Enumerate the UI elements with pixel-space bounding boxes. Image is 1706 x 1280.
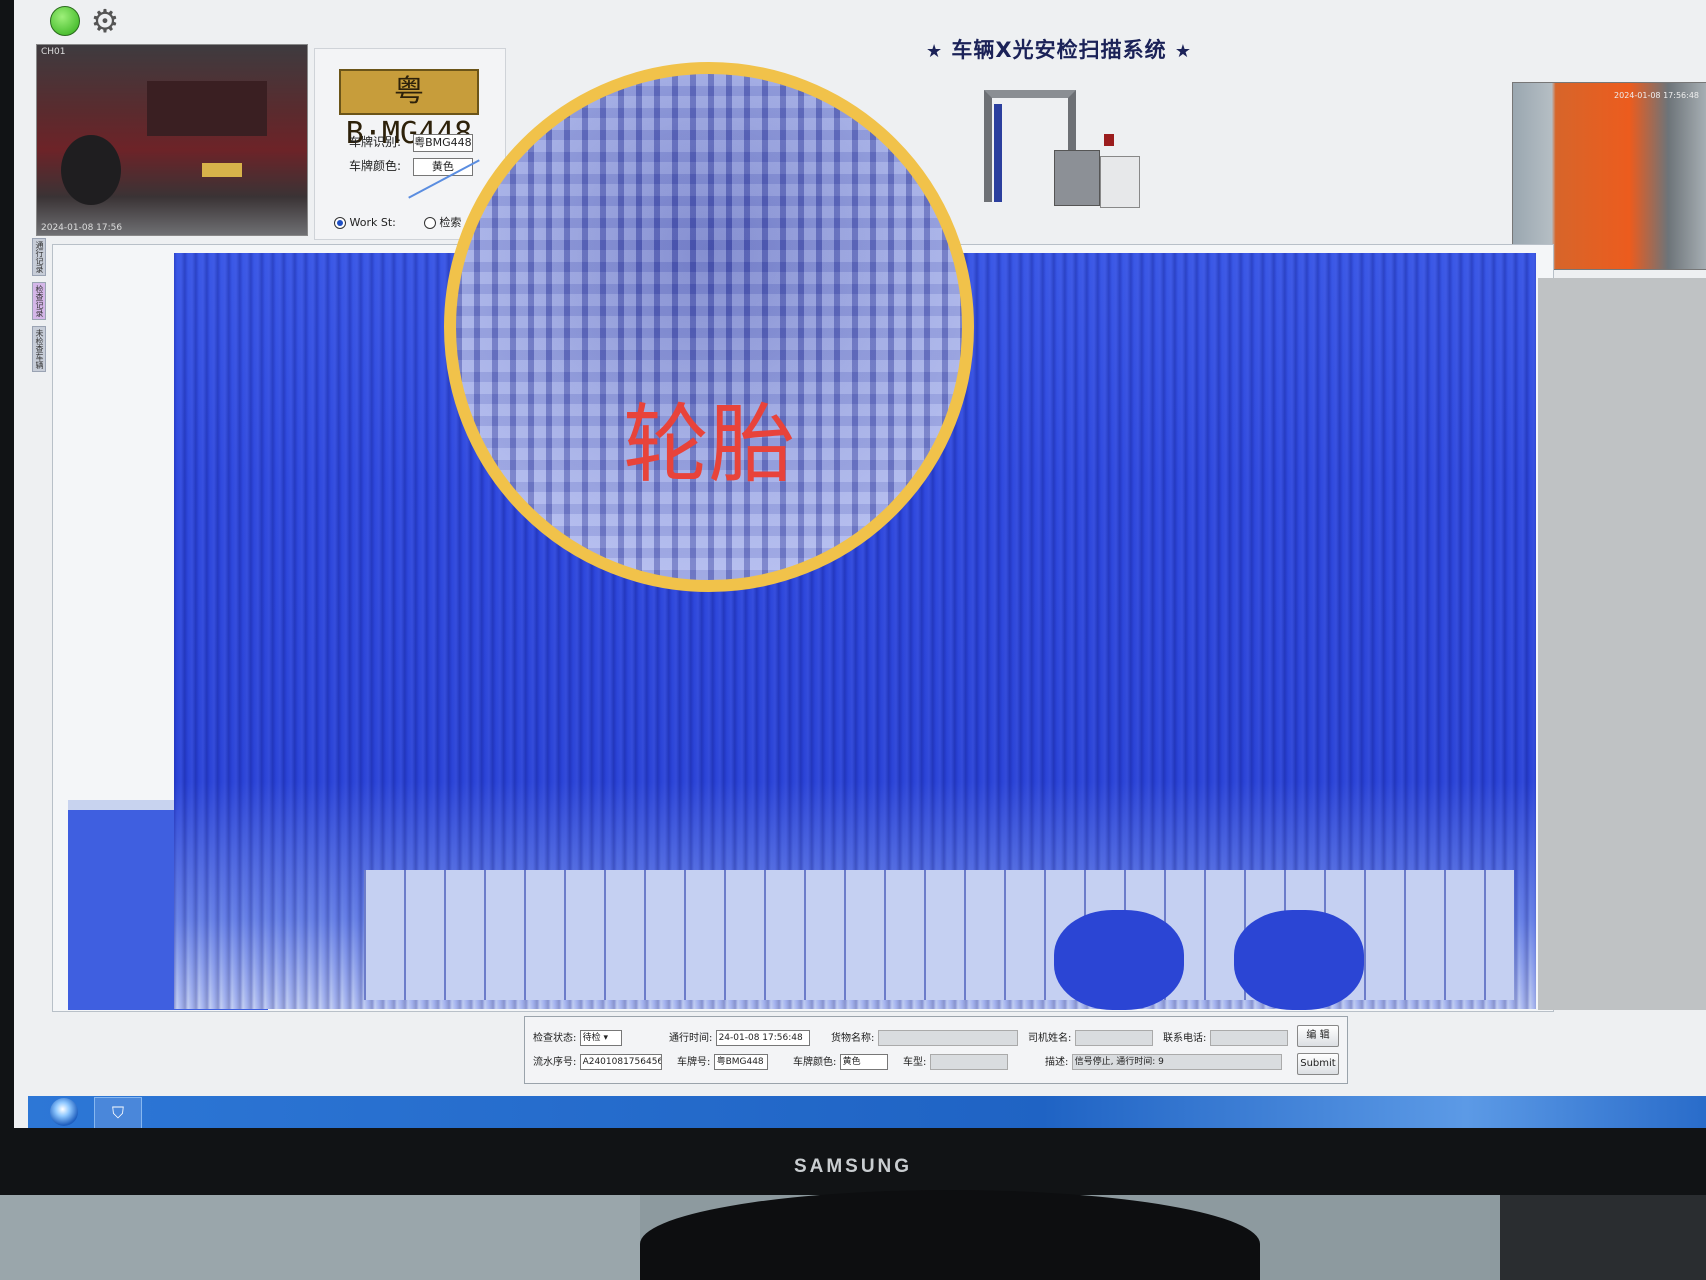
monitor-brand: SAMSUNG xyxy=(793,1156,913,1177)
serial-label: 流水序号: xyxy=(533,1057,577,1068)
truck-grille xyxy=(147,81,267,136)
edit-button[interactable]: 编 辑 xyxy=(1297,1025,1339,1047)
gear-icon[interactable]: ⚙ xyxy=(88,4,122,38)
plate-color-input[interactable]: 黄色 xyxy=(839,1054,888,1070)
power-cabinet xyxy=(1100,156,1140,208)
xray-wheel xyxy=(1234,910,1364,1010)
inspection-form: 检查状态: 待检 通行时间: 24-01-08 17:56:48 货物名称: 司… xyxy=(524,1016,1348,1084)
serial-input[interactable]: A2401081756456 xyxy=(579,1054,662,1070)
app-title-text: 车辆X光安检扫描系统 xyxy=(951,38,1167,62)
rear-camera-view[interactable]: 2024-01-08 17:56:48 xyxy=(1512,82,1706,270)
serial-field: 流水序号: A2401081756456 xyxy=(533,1053,662,1070)
plate-recognized-row: 车牌识别: 粤BMG448 xyxy=(349,133,473,152)
magnifier-callout: 轮胎 xyxy=(444,62,974,592)
front-camera-view[interactable]: CH01 2024-01-08 17:56 xyxy=(36,44,308,236)
desc-label: 描述: xyxy=(1045,1057,1069,1068)
title-star-left-icon: ★ xyxy=(925,41,944,62)
plate-recognized-value: 粤BMG448 xyxy=(412,134,473,152)
radio-search[interactable] xyxy=(423,217,436,229)
time-label: 通行时间: xyxy=(669,1033,713,1044)
scan-side-area xyxy=(1538,278,1706,1010)
scanner-illustration xyxy=(984,90,1144,210)
phone-input[interactable] xyxy=(1209,1030,1288,1046)
screen: ⚙ ★ 车辆X光安检扫描系统 ★ CH01 2024-01-08 17:56 粤… xyxy=(14,0,1706,1128)
side-tabs: 通行记录 检查记录 未检查车辆 xyxy=(32,238,46,438)
rear-camera-timestamp: 2024-01-08 17:56:48 xyxy=(1614,91,1699,100)
plate-recognized-label: 车牌识别: xyxy=(349,135,402,149)
goods-field: 货物名称: xyxy=(831,1029,1018,1046)
radio-work-station-label: Work St: xyxy=(349,216,396,229)
truck-wheel xyxy=(61,135,121,205)
desc-input[interactable]: 信号停止, 通行时间: 9 xyxy=(1071,1054,1282,1070)
plate-field: 车牌号: 粤BMG448 xyxy=(677,1053,768,1070)
radio-search-label: 检索 xyxy=(439,216,462,229)
taskbar-app-button[interactable]: ⛉ xyxy=(94,1097,142,1128)
title-star-right-icon: ★ xyxy=(1174,41,1193,62)
front-camera-timestamp: 2024-01-08 17:56 xyxy=(41,223,123,233)
driver-input[interactable] xyxy=(1074,1030,1153,1046)
radio-work-station[interactable] xyxy=(334,217,346,229)
taskbar: ⛉ xyxy=(28,1096,1706,1128)
plate-color-field: 车牌颜色: 黄色 xyxy=(793,1053,888,1070)
time-input[interactable]: 24-01-08 17:56:48 xyxy=(715,1030,810,1046)
vehicle-type-label: 车型: xyxy=(903,1057,927,1068)
status-field: 检查状态: 待检 xyxy=(533,1029,622,1046)
submit-button[interactable]: Submit xyxy=(1297,1053,1339,1075)
status-select[interactable]: 待检 xyxy=(579,1030,622,1046)
app-shield-icon: ⛉ xyxy=(111,1103,124,1122)
mode-radios: Work St: 检索 xyxy=(334,214,461,230)
goods-label: 货物名称: xyxy=(831,1033,875,1044)
desc-field: 描述: 信号停止, 通行时间: 9 xyxy=(1045,1053,1282,1070)
desk-device xyxy=(1500,1195,1706,1280)
app-title: ★ 车辆X光安检扫描系统 ★ xyxy=(844,34,1274,68)
plate-field-label: 车牌号: xyxy=(677,1057,711,1068)
side-tab-check-records[interactable]: 检查记录 xyxy=(32,282,46,320)
time-field: 通行时间: 24-01-08 17:56:48 xyxy=(669,1029,810,1046)
driver-field: 司机姓名: xyxy=(1028,1029,1153,1046)
side-tab-unchecked[interactable]: 未检查车辆 xyxy=(32,326,46,372)
side-tab-pass-records[interactable]: 通行记录 xyxy=(32,238,46,276)
front-camera-channel: CH01 xyxy=(41,47,66,57)
status-led-icon[interactable] xyxy=(50,6,80,36)
phone-label: 联系电话: xyxy=(1163,1033,1207,1044)
control-cabinet xyxy=(1054,150,1100,206)
plate-color-label: 车牌颜色: xyxy=(349,159,402,173)
phone-field: 联系电话: xyxy=(1163,1029,1288,1046)
driver-label: 司机姓名: xyxy=(1028,1033,1072,1044)
start-orb-icon[interactable] xyxy=(50,1098,78,1126)
plate-input[interactable]: 粤BMG448 xyxy=(713,1054,768,1070)
xray-wheel xyxy=(1054,910,1184,1010)
magnifier-label: 轮胎 xyxy=(623,395,795,495)
desk-surface xyxy=(0,1195,640,1280)
plate-image: 粤B·MG448 xyxy=(339,69,479,151)
monitor-stand xyxy=(640,1190,1260,1280)
truck-plate xyxy=(202,163,242,177)
status-label: 检查状态: xyxy=(533,1033,577,1044)
vehicle-type-field: 车型: xyxy=(903,1053,1008,1070)
plate-color-field-label: 车牌颜色: xyxy=(793,1057,837,1068)
vehicle-type-input[interactable] xyxy=(929,1054,1008,1070)
warning-beacon-icon xyxy=(1104,134,1114,146)
goods-input[interactable] xyxy=(877,1030,1018,1046)
